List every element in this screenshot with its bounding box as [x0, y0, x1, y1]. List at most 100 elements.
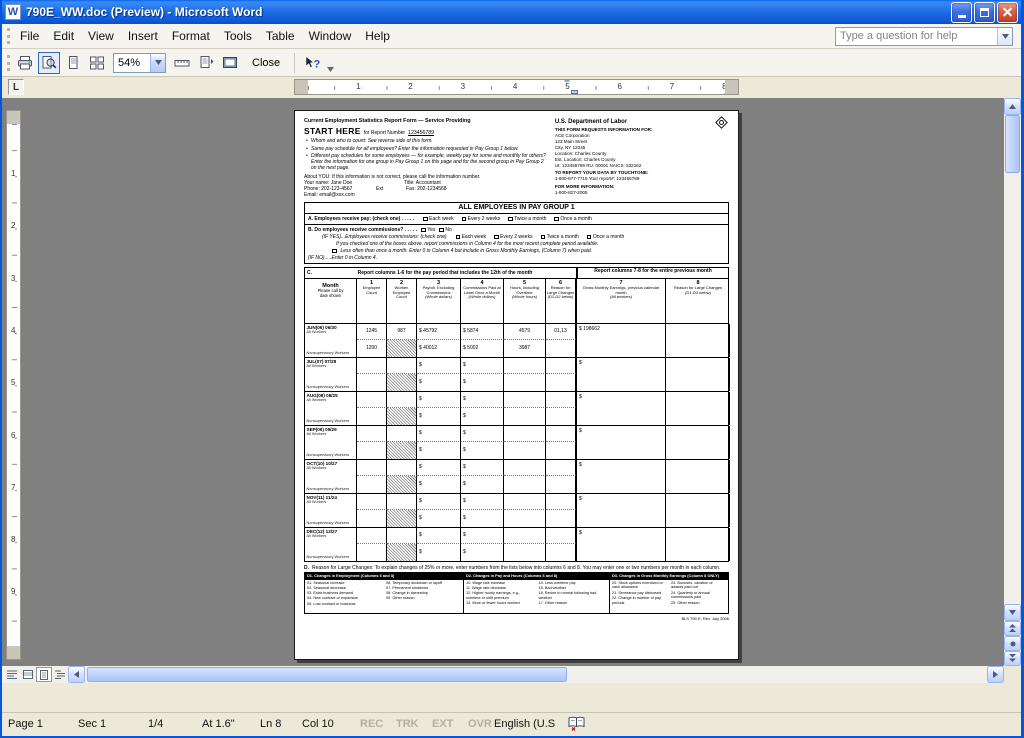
full-screen-button[interactable]: [219, 52, 241, 74]
column-header-7: 7Gross Monthly Earnings, previous calend…: [576, 279, 666, 323]
menu-insert[interactable]: Insert: [121, 26, 165, 46]
tab-stop-selector[interactable]: L: [8, 79, 24, 95]
print-button[interactable]: [14, 52, 36, 74]
toolbar-options-icon[interactable]: [325, 51, 336, 75]
data-cell: $: [417, 494, 461, 511]
menu-tools[interactable]: Tools: [217, 26, 259, 46]
v-ruler-number: 1: [11, 169, 15, 178]
next-page-button[interactable]: [1004, 651, 1021, 666]
scroll-left-button[interactable]: [68, 666, 85, 683]
h-ruler-number: 7: [669, 82, 675, 92]
close-preview-button[interactable]: Close: [242, 53, 290, 73]
magnifier-button[interactable]: [38, 52, 60, 74]
h-ruler-number: 4: [512, 82, 518, 92]
menu-bar: FileEditViewInsertFormatToolsTableWindow…: [2, 24, 1021, 49]
column-header-6: 6Reason for Large Changes(D1-D2 below): [546, 279, 576, 323]
data-cell: [387, 442, 417, 459]
view-ruler-button[interactable]: [171, 52, 193, 74]
d-box-item: 10. Wage rate increase: [466, 581, 535, 586]
data-cell: $: [461, 476, 504, 493]
restore-button[interactable]: [974, 2, 995, 23]
scroll-down-button[interactable]: [1004, 604, 1021, 621]
minimize-button[interactable]: [951, 2, 972, 23]
report-number-label: for Report Number: [364, 130, 405, 136]
horizontal-scroll-track[interactable]: [85, 666, 987, 683]
scroll-up-button[interactable]: [1004, 98, 1021, 115]
shrink-to-fit-button[interactable]: [195, 52, 217, 74]
close-window-button[interactable]: [997, 2, 1018, 23]
column-header-1: 1Employee Count: [357, 279, 387, 323]
data-cell: [387, 476, 417, 493]
vertical-ruler[interactable]: 123456789: [6, 98, 21, 666]
data-cell: $: [461, 544, 504, 561]
horizontal-scroll-thumb[interactable]: [87, 667, 567, 682]
menu-window[interactable]: Window: [302, 26, 359, 46]
month-row: AUG(08) 08/25All WorkersNonsupervisory W…: [304, 392, 729, 426]
data-cell: [546, 442, 576, 459]
print-layout-view-button[interactable]: [36, 667, 52, 682]
scroll-right-button[interactable]: [987, 666, 1004, 683]
horizontal-ruler[interactable]: 12345678: [294, 79, 739, 95]
vertical-scroll-track[interactable]: [1004, 115, 1021, 604]
menu-view[interactable]: View: [81, 26, 121, 46]
data-cell: [387, 340, 417, 357]
document-page[interactable]: Current Employment Statistics Report For…: [294, 110, 739, 660]
section-c-right-text: Report columns 7-8 for the entire previo…: [576, 268, 728, 277]
menu-help[interactable]: Help: [358, 26, 397, 46]
left-indent-marker[interactable]: [571, 90, 578, 94]
menu-format[interactable]: Format: [165, 26, 217, 46]
section-a-options: Each weekEvery 2 weeksTwice a monthOnce …: [423, 216, 592, 222]
spellcheck-status-icon[interactable]: [568, 716, 585, 731]
data-cell: [546, 340, 576, 357]
data-cell: [504, 528, 546, 545]
status-at-position: At 1.6": [202, 718, 235, 730]
status-flag-ovr[interactable]: OVR: [468, 718, 492, 730]
checkbox-label: Every 2 weeks: [468, 216, 501, 222]
gross-earnings-cell: $: [576, 494, 666, 527]
normal-view-button[interactable]: [4, 667, 20, 682]
chevron-down-icon[interactable]: [997, 28, 1012, 45]
select-browse-object-button[interactable]: [1004, 636, 1021, 651]
column-header-8: 8Reason for Large Changes(D1-D3 below): [666, 279, 730, 323]
multiple-pages-button[interactable]: [86, 52, 108, 74]
zoom-dropdown-icon[interactable]: [150, 54, 165, 72]
data-cell: [357, 358, 387, 375]
h-ruler-number: 1: [355, 82, 361, 92]
data-cell: [387, 426, 417, 443]
month-row: OCT(10) 10/27All WorkersNonsupervisory W…: [304, 460, 729, 494]
data-cell: [357, 408, 387, 425]
title-bar[interactable]: W 790E_WW.doc (Preview) - Microsoft Word: [2, 0, 1021, 24]
data-cell: [504, 392, 546, 409]
zoom-select[interactable]: 54%: [113, 53, 166, 73]
question-for-help-input[interactable]: Type a question for help: [835, 27, 1013, 46]
d3-box: D3. Changes in Gross Monthly Earnings (C…: [610, 572, 729, 614]
toolbar-grip[interactable]: [7, 28, 10, 44]
right-indent-marker[interactable]: [724, 89, 730, 94]
outline-view-button[interactable]: [52, 667, 68, 682]
menu-edit[interactable]: Edit: [46, 26, 81, 46]
checkbox-icon: [462, 217, 467, 222]
data-cell: [546, 476, 576, 493]
one-page-button[interactable]: [62, 52, 84, 74]
status-flag-ext[interactable]: EXT: [432, 718, 453, 730]
window-title: 790E_WW.doc (Preview) - Microsoft Word: [26, 5, 949, 19]
status-flag-rec[interactable]: REC: [360, 718, 383, 730]
if-no-label: (IF NO).....Enter 0 in Column 4.: [308, 255, 725, 261]
previous-page-button[interactable]: [1004, 621, 1021, 636]
status-flag-trk[interactable]: TRK: [396, 718, 419, 730]
d-box-item: 15. Bad weather: [539, 586, 608, 591]
help-button[interactable]: ?: [300, 52, 324, 74]
toolbar-grip[interactable]: [7, 55, 10, 71]
data-cell: $ 5874: [461, 324, 504, 341]
web-layout-view-button[interactable]: [20, 667, 36, 682]
menu-file[interactable]: File: [13, 26, 46, 46]
company-ids: UI: 123456789 RU: 00001 NAICS: 532162: [555, 163, 729, 169]
data-cell: [357, 544, 387, 561]
menu-table[interactable]: Table: [259, 26, 302, 46]
vertical-scroll-thumb[interactable]: [1005, 115, 1020, 173]
scrollbar-corner: [1004, 666, 1021, 683]
d-box-item: 11. Wage rate decrease: [466, 586, 535, 591]
section-d-intro: D. Reason for Large Changes: To explain …: [304, 565, 729, 571]
vertical-scrollbar[interactable]: [1004, 98, 1021, 666]
data-cell: [387, 374, 417, 391]
